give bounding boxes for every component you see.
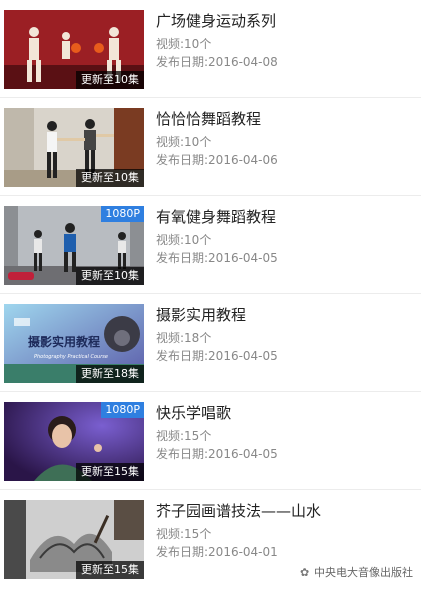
publish-date: 发布日期:2016-04-05 — [156, 447, 278, 461]
publisher-name: 中央电大音像出版社 — [314, 566, 413, 579]
publish-date: 发布日期:2016-04-05 — [156, 349, 278, 363]
episode-badge: 更新至15集 — [76, 561, 144, 579]
item-title[interactable]: 快乐学唱歌 — [156, 402, 231, 423]
item-title[interactable]: 广场健身运动系列 — [156, 10, 276, 31]
thumbnail[interactable]: 更新至15集 — [4, 500, 144, 579]
hd-badge: 1080P — [101, 402, 144, 418]
item-title[interactable]: 恰恰恰舞蹈教程 — [156, 108, 261, 129]
photography-subtitle-text: Photography Practical Course — [34, 354, 108, 360]
photography-title-text: 摄影实用教程 — [28, 334, 100, 349]
item-title[interactable]: 摄影实用教程 — [156, 304, 246, 325]
video-count: 视频:10个 — [156, 37, 212, 51]
wechat-icon: ✿ — [300, 566, 310, 579]
hd-badge: 1080P — [101, 206, 144, 222]
publish-date: 发布日期:2016-04-06 — [156, 153, 278, 167]
publisher-watermark: ✿ 中央电大音像出版社 — [300, 564, 418, 580]
episode-badge: 更新至18集 — [76, 365, 144, 383]
thumbnail[interactable]: 1080P 更新至15集 — [4, 402, 144, 481]
list-item[interactable]: 更新至10集 广场健身运动系列 视频:10个 发布日期:2016-04-08 — [0, 0, 421, 98]
video-count: 视频:15个 — [156, 429, 212, 443]
thumbnail[interactable]: 摄影实用教程 Photography Practical Course 更新至1… — [4, 304, 144, 383]
item-title[interactable]: 有氧健身舞蹈教程 — [156, 206, 276, 227]
thumbnail[interactable]: 更新至10集 — [4, 10, 144, 89]
video-count: 视频:15个 — [156, 527, 212, 541]
video-count: 视频:10个 — [156, 233, 212, 247]
publish-date: 发布日期:2016-04-08 — [156, 55, 278, 69]
list-item[interactable]: 1080P 更新至10集 有氧健身舞蹈教程 视频:10个 发布日期:2016-0… — [0, 196, 421, 294]
publish-date: 发布日期:2016-04-05 — [156, 251, 278, 265]
episode-badge: 更新至15集 — [76, 463, 144, 481]
publish-date: 发布日期:2016-04-01 — [156, 545, 278, 559]
item-title[interactable]: 芥子园画谱技法——山水 — [156, 500, 321, 521]
episode-badge: 更新至10集 — [76, 267, 144, 285]
thumbnail[interactable]: 更新至10集 — [4, 108, 144, 187]
episode-badge: 更新至10集 — [76, 71, 144, 89]
list-item[interactable]: 更新至10集 恰恰恰舞蹈教程 视频:10个 发布日期:2016-04-06 — [0, 98, 421, 196]
video-count: 视频:10个 — [156, 135, 212, 149]
list-item[interactable]: 摄影实用教程 Photography Practical Course 更新至1… — [0, 294, 421, 392]
thumbnail[interactable]: 1080P 更新至10集 — [4, 206, 144, 285]
episode-badge: 更新至10集 — [76, 169, 144, 187]
list-item[interactable]: 1080P 更新至15集 快乐学唱歌 视频:15个 发布日期:2016-04-0… — [0, 392, 421, 490]
video-count: 视频:18个 — [156, 331, 212, 345]
